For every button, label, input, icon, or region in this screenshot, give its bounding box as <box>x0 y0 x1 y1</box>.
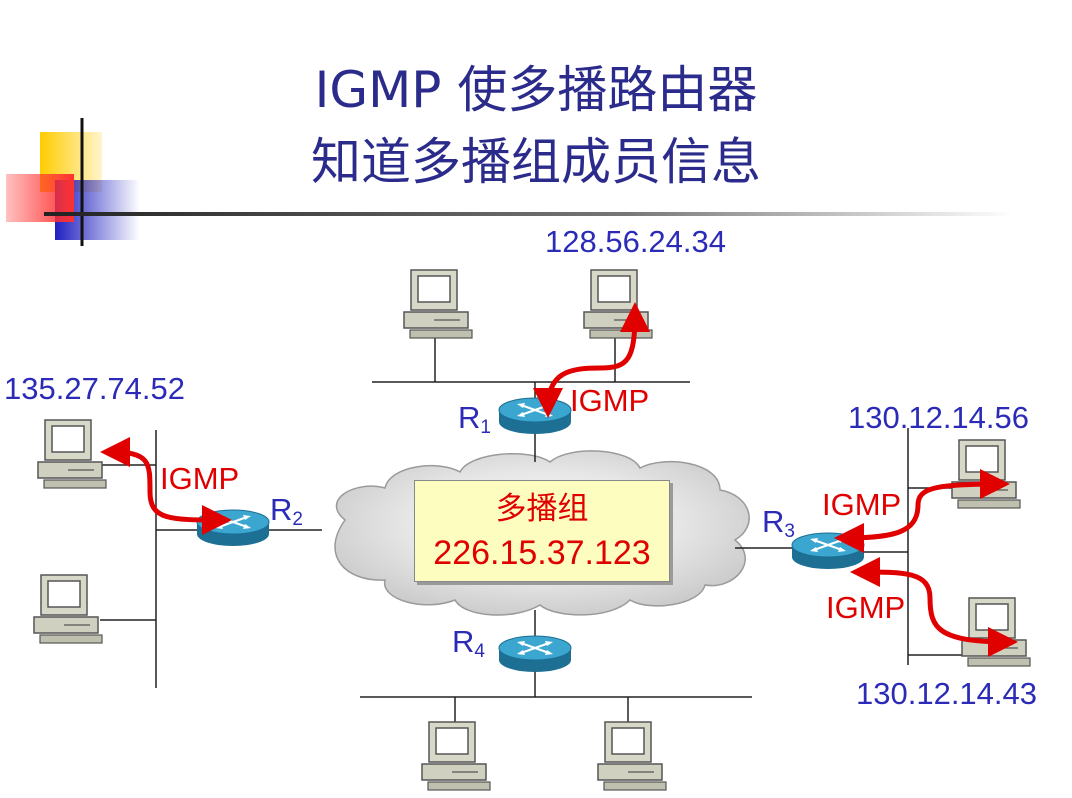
group-address: 226.15.37.123 <box>433 534 651 572</box>
router-label-r3: R3 <box>762 504 795 542</box>
router-icon <box>498 635 572 673</box>
router-label-r1: R1 <box>458 400 491 438</box>
igmp-label: IGMP <box>570 383 650 418</box>
computer-icon <box>37 419 107 489</box>
computer-icon <box>583 269 653 339</box>
igmp-label: IGMP <box>822 487 902 522</box>
computer-icon <box>597 721 667 791</box>
router-icon <box>498 397 572 435</box>
computer-icon <box>951 439 1021 509</box>
computer-icon <box>421 721 491 791</box>
slide: IGMP 使多播路由器 知道多播组成员信息 多播组 226.15.37.123 … <box>0 0 1072 798</box>
computer-icon <box>33 574 103 644</box>
router-icon <box>196 509 270 547</box>
host-ip-r3-top: 130.12.14.56 <box>848 400 1030 435</box>
computer-icon <box>403 269 473 339</box>
host-ip-r2: 135.27.74.52 <box>4 371 186 406</box>
igmp-label: IGMP <box>160 461 240 496</box>
host-ip-r3-bottom: 130.12.14.43 <box>856 676 1038 711</box>
igmp-label: IGMP <box>826 590 906 625</box>
computer-icon <box>961 597 1031 667</box>
host-ip-r1: 128.56.24.34 <box>545 224 727 259</box>
multicast-group-box: 多播组 226.15.37.123 <box>414 480 670 582</box>
group-name: 多播组 <box>495 491 589 527</box>
router-label-r2: R2 <box>270 492 303 530</box>
router-label-r4: R4 <box>452 624 485 662</box>
